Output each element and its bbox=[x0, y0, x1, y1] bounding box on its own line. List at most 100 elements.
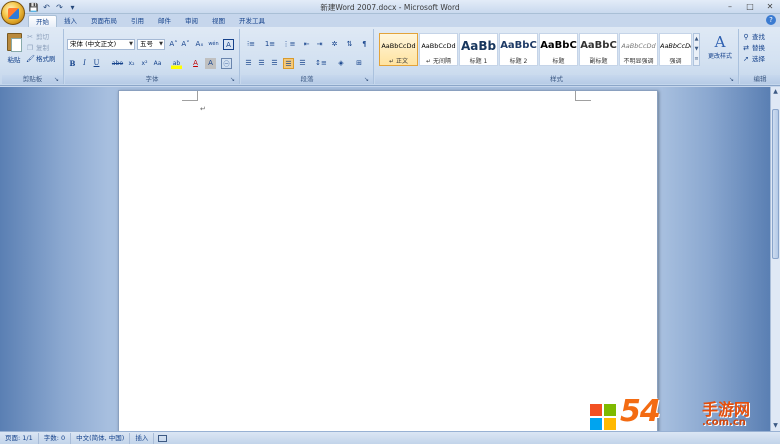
find-button[interactable]: ⚲ 查找 bbox=[742, 32, 765, 42]
styles-group-label: 样式 bbox=[375, 75, 738, 84]
align-center-button[interactable]: ☰ bbox=[256, 58, 267, 69]
grow-font-button[interactable]: A˄ bbox=[168, 39, 179, 50]
change-styles-icon: A bbox=[714, 33, 726, 51]
chevron-up-icon[interactable]: ▲ bbox=[694, 34, 699, 44]
change-case-button[interactable]: Aa bbox=[152, 58, 163, 69]
style-heading-1[interactable]: AaBb 标题 1 bbox=[459, 33, 498, 66]
font-group: 宋体 (中文正文) ▼ 五号 ▼ A˄ A˅ Aₓ wén A B I U abe … bbox=[65, 29, 240, 84]
justify-button[interactable]: ☰ bbox=[283, 58, 294, 69]
title-bar: 💾 ↶ ↷ ▾ 新建Word 2007.docx - Microsoft Wor… bbox=[0, 0, 780, 14]
word-count[interactable]: 字数: 0 bbox=[39, 432, 72, 444]
style-no-spacing[interactable]: AaBbCcDd ↵ 无间隔 bbox=[419, 33, 458, 66]
strikethrough-button[interactable]: abe bbox=[111, 58, 124, 69]
enclose-chars-button[interactable]: ㊀ bbox=[221, 58, 232, 69]
more-icon[interactable]: ≡ bbox=[694, 54, 699, 64]
vertical-scrollbar[interactable]: ▲ ▼ bbox=[770, 87, 780, 431]
borders-button[interactable]: ⊞ bbox=[351, 58, 367, 69]
clipboard-group: 粘贴 ✂ 剪切 ❐ 复制 🖌 格式刷 剪贴板 ↘ bbox=[2, 29, 64, 84]
format-painter-button[interactable]: 🖌 格式刷 bbox=[26, 54, 56, 64]
show-marks-button[interactable]: ¶ bbox=[359, 39, 370, 50]
page-count[interactable]: 页面: 1/1 bbox=[0, 432, 39, 444]
replace-button[interactable]: ⇄ 替换 bbox=[742, 43, 765, 53]
tab-view[interactable]: 视图 bbox=[205, 15, 232, 27]
italic-button[interactable]: I bbox=[79, 58, 90, 69]
bullets-button[interactable]: ⁝≡ bbox=[243, 39, 259, 50]
tab-home[interactable]: 开始 bbox=[28, 15, 57, 27]
bold-button[interactable]: B bbox=[67, 58, 78, 69]
style-title[interactable]: AaBbC 标题 bbox=[539, 33, 578, 66]
macro-record-icon[interactable] bbox=[158, 434, 168, 442]
change-styles-label: 更改样式 bbox=[707, 53, 732, 60]
change-styles-button[interactable]: A 更改样式 bbox=[703, 33, 737, 71]
styles-scroll[interactable]: ▲ ▼ ≡ bbox=[693, 33, 700, 66]
ribbon-tabs: 开始 插入 页面布局 引用 邮件 审阅 视图 开发工具 bbox=[28, 15, 272, 27]
style-subtitle[interactable]: AaBbC 副标题 bbox=[579, 33, 618, 66]
paragraph-group-label: 段落 bbox=[241, 75, 373, 84]
highlight-button[interactable]: ab bbox=[171, 58, 182, 69]
scroll-up-icon[interactable]: ▲ bbox=[771, 87, 780, 97]
chinese-layout-button[interactable]: ✲ bbox=[329, 39, 340, 50]
style-name: 标题 2 bbox=[509, 58, 528, 65]
chevron-down-icon[interactable]: ▼ bbox=[694, 44, 699, 54]
tab-developer[interactable]: 开发工具 bbox=[232, 15, 272, 27]
styles-launcher-icon[interactable]: ↘ bbox=[729, 76, 736, 83]
tab-references[interactable]: 引用 bbox=[124, 15, 151, 27]
font-name-value: 宋体 (中文正文) bbox=[70, 40, 117, 48]
tab-mailings[interactable]: 邮件 bbox=[151, 15, 178, 27]
clipboard-launcher-icon[interactable]: ↘ bbox=[54, 76, 61, 83]
increase-indent-button[interactable]: ⇥ bbox=[314, 39, 325, 50]
paragraph-group: ⁝≡ 1≡ ⋮≡ ⇤ ⇥ ✲ ⇅ ¶ ☰ ☰ ☰ ☰ ☰ ↕≡ ◈ ⊞ 段落 ↘ bbox=[241, 29, 374, 84]
underline-button[interactable]: U bbox=[91, 58, 102, 69]
distribute-button[interactable]: ☰ bbox=[297, 58, 308, 69]
cut-label: 剪切 bbox=[36, 33, 49, 41]
style-heading-2[interactable]: AaBbC 标题 2 bbox=[499, 33, 538, 66]
style-name: 标题 1 bbox=[469, 58, 488, 65]
shading-button[interactable]: ◈ bbox=[334, 58, 348, 69]
tab-review[interactable]: 审阅 bbox=[178, 15, 205, 27]
cut-button[interactable]: ✂ 剪切 bbox=[26, 32, 49, 42]
font-launcher-icon[interactable]: ↘ bbox=[230, 76, 237, 83]
copy-icon: ❐ bbox=[26, 44, 34, 52]
insert-mode[interactable]: 插入 bbox=[130, 432, 155, 444]
clear-format-button[interactable]: Aₓ bbox=[194, 39, 205, 50]
paragraph-launcher-icon[interactable]: ↘ bbox=[364, 76, 371, 83]
font-color-button[interactable]: A bbox=[190, 58, 201, 69]
help-icon[interactable]: ? bbox=[766, 15, 776, 25]
scroll-thumb[interactable] bbox=[772, 109, 779, 259]
superscript-button[interactable]: x² bbox=[139, 58, 150, 69]
document-area: ↵ bbox=[0, 87, 770, 431]
decrease-indent-button[interactable]: ⇤ bbox=[301, 39, 312, 50]
align-left-button[interactable]: ☰ bbox=[243, 58, 254, 69]
office-button[interactable] bbox=[1, 1, 25, 25]
multilevel-list-button[interactable]: ⋮≡ bbox=[281, 39, 297, 50]
font-size-select[interactable]: 五号 ▼ bbox=[137, 39, 165, 50]
document-page[interactable]: ↵ bbox=[118, 90, 658, 431]
char-shading-button[interactable]: A bbox=[205, 58, 216, 69]
subscript-button[interactable]: x₂ bbox=[126, 58, 137, 69]
line-spacing-button[interactable]: ↕≡ bbox=[313, 58, 329, 69]
language-indicator[interactable]: 中文(简体, 中国) bbox=[71, 432, 131, 444]
style-normal[interactable]: AaBbCcDd ↵ 正文 bbox=[379, 33, 418, 66]
paste-button[interactable]: 粘贴 bbox=[5, 31, 23, 73]
font-size-value: 五号 bbox=[140, 40, 153, 48]
phonetic-guide-button[interactable]: wén bbox=[208, 39, 219, 50]
select-button[interactable]: ➚ 选择 bbox=[742, 54, 765, 64]
style-sample: AaBbCcDd bbox=[381, 42, 416, 50]
numbering-button[interactable]: 1≡ bbox=[262, 39, 278, 50]
font-name-select[interactable]: 宋体 (中文正文) ▼ bbox=[67, 39, 135, 50]
chevron-down-icon: ▼ bbox=[129, 41, 133, 47]
style-subtle-emphasis[interactable]: AaBbCcDd 不明显强调 bbox=[619, 33, 658, 66]
style-name: ↵ 无间隔 bbox=[426, 58, 451, 65]
tab-page-layout[interactable]: 页面布局 bbox=[84, 15, 124, 27]
align-right-button[interactable]: ☰ bbox=[269, 58, 280, 69]
shrink-font-button[interactable]: A˅ bbox=[180, 39, 191, 50]
minimize-button[interactable]: – bbox=[724, 1, 736, 12]
tab-insert[interactable]: 插入 bbox=[57, 15, 84, 27]
copy-button[interactable]: ❐ 复制 bbox=[26, 43, 49, 53]
close-button[interactable]: ✕ bbox=[764, 1, 776, 12]
char-border-button[interactable]: A bbox=[223, 39, 234, 50]
sort-button[interactable]: ⇅ bbox=[344, 39, 355, 50]
maximize-button[interactable]: □ bbox=[744, 1, 756, 12]
style-emphasis[interactable]: AaBbCcDd 强调 bbox=[659, 33, 692, 66]
style-sample: AaBbC bbox=[540, 40, 577, 51]
